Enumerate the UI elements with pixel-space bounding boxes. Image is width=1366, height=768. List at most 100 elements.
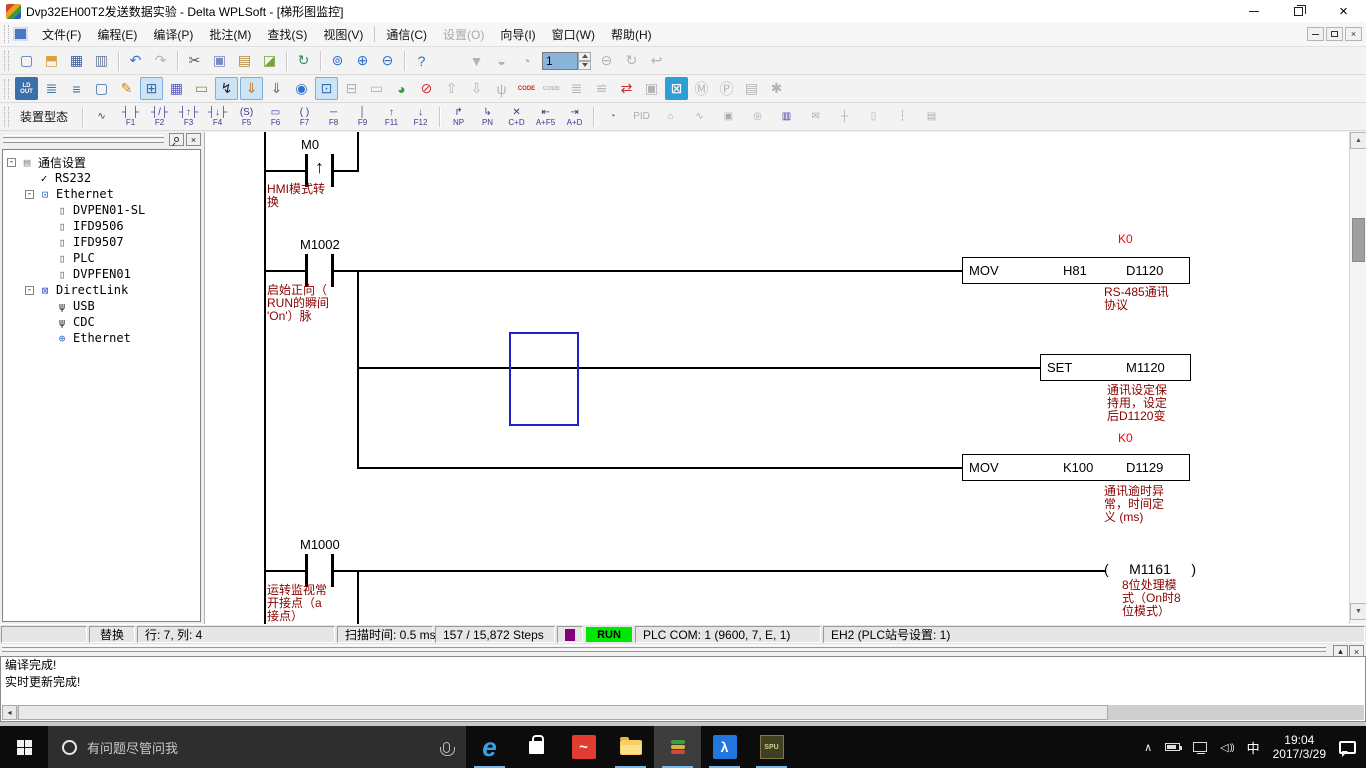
delete-ad[interactable]: ⇥A+D [561,105,588,129]
mdi-close-button[interactable]: × [1345,27,1362,41]
menu-search[interactable]: 查找(S) [259,23,315,46]
zoom-out-icon[interactable]: ⊖ [376,49,399,72]
row-number-spinner[interactable] [542,52,591,70]
panel-close-button[interactable]: × [186,133,201,146]
menu-communication[interactable]: 通信(C) [378,23,435,46]
ladder-vertical-scrollbar[interactable]: ▲ ▼ [1349,132,1366,624]
cortana-search[interactable]: 有问题尽管问我 [48,726,466,768]
table-view-icon[interactable]: ▦ [165,77,188,100]
insert-af5[interactable]: ⇤A+F5 [532,105,559,129]
menu-file[interactable]: 文件(F) [34,23,89,46]
tree-item-dvpen01-sl[interactable]: ▯DVPEN01-SL [3,202,200,218]
workspace-icon[interactable]: ⊞ [140,77,163,100]
contact-fall-f4[interactable]: ┤↓├F4 [204,105,231,129]
edit-pencil-icon[interactable]: ✎ [115,77,138,100]
tree-expander-icon[interactable]: - [25,286,34,295]
scrollbar-thumb[interactable] [1352,218,1365,262]
menu-help[interactable]: 帮助(H) [603,23,660,46]
taskbar-edge-button[interactable]: e [466,726,513,768]
app-instruction-f6[interactable]: ▭F6 [262,105,289,129]
tray-expand-icon[interactable]: ∧ [1144,741,1152,754]
contact-rise-f3[interactable]: ┤↑├F3 [175,105,202,129]
convert-cd[interactable]: ✕C+D [503,105,530,129]
taskbar-store-button[interactable] [513,726,560,768]
upload-icon[interactable]: ⇓ [265,77,288,100]
cut-icon[interactable]: ✂ [183,49,206,72]
spin-up-icon[interactable] [578,52,591,61]
comment-view-icon[interactable]: ▭ [190,77,213,100]
taskbar-spu-button[interactable]: SPU [748,726,795,768]
contact-nc-f2[interactable]: ┤/├F2 [146,105,173,129]
stop-icon[interactable]: ⊘ [415,77,438,100]
hline-f8[interactable]: ─F8 [320,105,347,129]
restore-button[interactable] [1276,0,1321,22]
menu-compile[interactable]: 编译(P) [145,23,201,46]
tree-item-ifd9507[interactable]: ▯IFD9507 [3,234,200,250]
copy-icon[interactable]: ▣ [208,49,231,72]
instruction-box-mov-k100-d1129[interactable]: MOV K100 D1129 [962,454,1190,481]
ime-indicator[interactable]: 中 [1247,738,1260,757]
mdi-minimize-button[interactable] [1307,27,1324,41]
toolbar-grip[interactable] [4,107,9,127]
instruction-box-mov-h81-d1120[interactable]: MOV H81 D1120 [962,257,1190,284]
fall-pulse-f12[interactable]: ↓F12 [407,105,434,129]
mdi-restore-button[interactable] [1326,27,1343,41]
tree-item-ethernet[interactable]: -⊡Ethernet [3,186,200,202]
download-icon[interactable]: ⇓ [240,77,263,100]
spin-down-icon[interactable] [578,61,591,70]
help-icon[interactable]: ? [410,49,433,72]
taskbar-explorer-button[interactable] [607,726,654,768]
rollback-icon[interactable]: ↻ [292,49,315,72]
zap-icon[interactable]: ↯ [215,77,238,100]
ladder-diagram-area[interactable]: M0 ↑ HMI模式转 换 M1002 启始正向（ RUN的瞬间 'On'）脉 … [205,132,1349,624]
minimize-button[interactable] [1231,0,1276,22]
ladder-selection-cursor[interactable] [509,332,579,426]
compare-icon[interactable]: ⇄ [615,77,638,100]
tree-item-usb[interactable]: ψUSB [3,298,200,314]
ld-out-icon[interactable]: LD OUT [15,77,38,100]
set-coil-f5[interactable]: (S)F5 [233,105,260,129]
menu-view[interactable]: 视图(V) [315,23,371,46]
ladder-view-icon[interactable]: ≣ [40,77,63,100]
undo-icon[interactable]: ↶ [124,49,147,72]
menu-comment[interactable]: 批注(M) [201,23,259,46]
instruction-box-set-m1120[interactable]: SET M1120 [1040,354,1191,381]
tree-item-plc[interactable]: ▯PLC [3,250,200,266]
menu-program[interactable]: 编程(E) [89,23,145,46]
message-horizontal-scrollbar[interactable]: ◂ [2,705,1364,720]
line-tool[interactable]: ∿ [88,105,115,129]
panel-drag-handle[interactable] [3,135,164,145]
menu-wizard[interactable]: 向导(I) [492,23,543,46]
zoom-in-icon[interactable]: ⊕ [351,49,374,72]
instruction-view-icon[interactable]: ≡ [65,77,88,100]
pie-chart-icon[interactable]: ◕ [390,77,413,100]
device-table-tool[interactable]: ▥ [773,105,800,129]
tree-item-directlink[interactable]: -⊠DirectLink [3,282,200,298]
volume-icon[interactable]: ◁)) [1220,741,1233,754]
vline-f9[interactable]: │F9 [349,105,376,129]
hint-icon[interactable]: ◉ [290,77,313,100]
close-button[interactable]: × [1321,0,1366,22]
np-pulse[interactable]: ↱NP [445,105,472,129]
taskbar-acrobat-button[interactable]: λ [701,726,748,768]
out-coil-f7[interactable]: ( )F7 [291,105,318,129]
tree-item-cdc[interactable]: ψCDC [3,314,200,330]
scrollbar-thumb[interactable] [18,705,1108,720]
tree-expander-icon[interactable]: - [25,190,34,199]
ladder-monitor-icon[interactable]: ⊡ [315,77,338,100]
device-monitor-icon[interactable]: ⊠ [665,77,688,100]
taskbar-clock[interactable]: 19:04 2017/3/29 [1273,733,1326,761]
toolbar-grip[interactable] [4,79,9,99]
microphone-icon[interactable] [443,742,450,753]
tree-item-comm-settings[interactable]: -▤通信设置 [3,154,200,170]
coil-m1161[interactable]: ( M1161 ) [1104,561,1196,577]
device-type-button[interactable]: 装置型态 [20,108,68,125]
paste-icon[interactable]: ▤ [233,49,256,72]
rise-pulse-f11[interactable]: ↑F11 [378,105,405,129]
monitor-screen-icon[interactable]: ▢ [90,77,113,100]
scroll-down-button[interactable]: ▼ [1350,603,1366,620]
print-icon[interactable]: ▥ [90,49,113,72]
erase-icon[interactable]: ◪ [258,49,281,72]
panel-splitter[interactable]: ▴ × [0,644,1366,656]
toolbar-grip[interactable] [4,25,9,43]
